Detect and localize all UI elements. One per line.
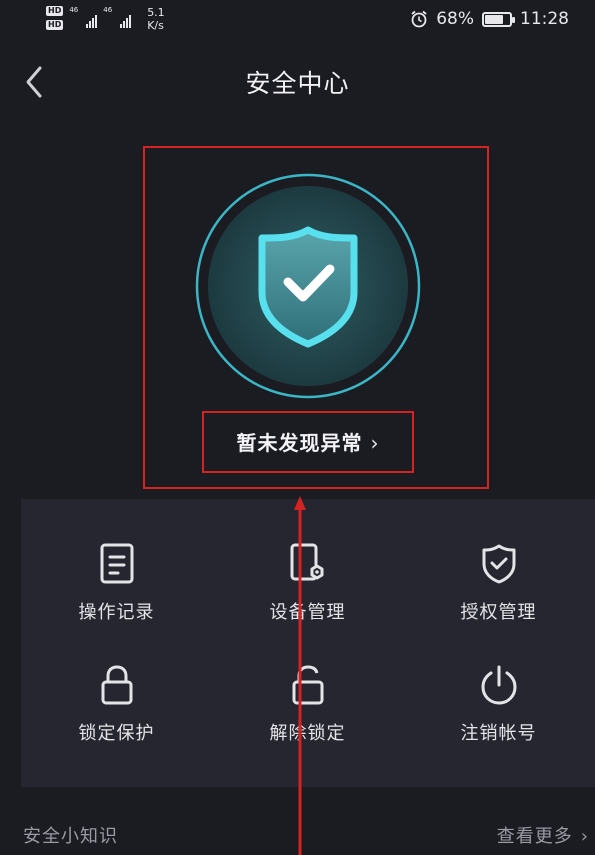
shield-check-icon (195, 173, 421, 399)
document-icon (100, 543, 133, 584)
hd-indicators: HD HD (46, 6, 64, 30)
hd-badge: HD (46, 6, 64, 16)
network-type-label: 46 (103, 6, 113, 14)
nav-header: 安全中心 (0, 50, 595, 110)
chevron-right-icon: › (580, 826, 589, 847)
grid-item-authorization-management[interactable]: 授权管理 (403, 542, 594, 624)
status-right: 68% 11:28 (410, 9, 569, 29)
status-bar: HD HD 46 46 5.1 K/s 68% 11:28 (0, 0, 595, 42)
status-text: 暂未发现异常 (236, 431, 363, 455)
grid-item-lock-protection[interactable]: 锁定保护 (21, 663, 212, 745)
signal-icon (86, 12, 98, 28)
grid-item-label: 授权管理 (460, 602, 537, 623)
grid-item-cancel-account[interactable]: 注销帐号 (403, 663, 594, 745)
chevron-right-icon: › (370, 431, 380, 455)
signal-icon (120, 12, 132, 28)
grid-item-label: 注销帐号 (460, 723, 537, 744)
view-more-link[interactable]: 查看更多 › (497, 822, 589, 848)
status-message: 暂未发现异常 › (204, 427, 412, 456)
annotation-arrow (294, 496, 306, 855)
battery-percent: 68% (436, 9, 474, 29)
power-icon (480, 665, 517, 705)
alarm-icon (411, 10, 427, 28)
grid-item-label: 锁定保护 (78, 723, 155, 744)
grid-item-label: 操作记录 (78, 602, 155, 623)
network-type-label: 46 (69, 6, 79, 14)
speed-unit: K/s (147, 19, 164, 32)
status-left: HD HD 46 46 5.1 K/s (46, 6, 165, 32)
view-more-label: 查看更多 (496, 826, 573, 847)
battery-icon (482, 11, 515, 27)
network-speed: 5.1 K/s (147, 6, 165, 32)
grid-item-operation-records[interactable]: 操作记录 (21, 542, 212, 624)
hd-badge: HD (46, 20, 64, 30)
page-title: 安全中心 (245, 69, 350, 98)
speed-value: 5.1 (147, 6, 165, 19)
battery-fill (485, 14, 503, 24)
tips-heading: 安全小知识 (23, 826, 118, 847)
status-button[interactable]: 暂未发现异常 › (202, 411, 414, 473)
clock: 11:28 (520, 9, 569, 29)
shield-check-outline-icon (482, 544, 515, 584)
lock-icon (101, 665, 132, 705)
